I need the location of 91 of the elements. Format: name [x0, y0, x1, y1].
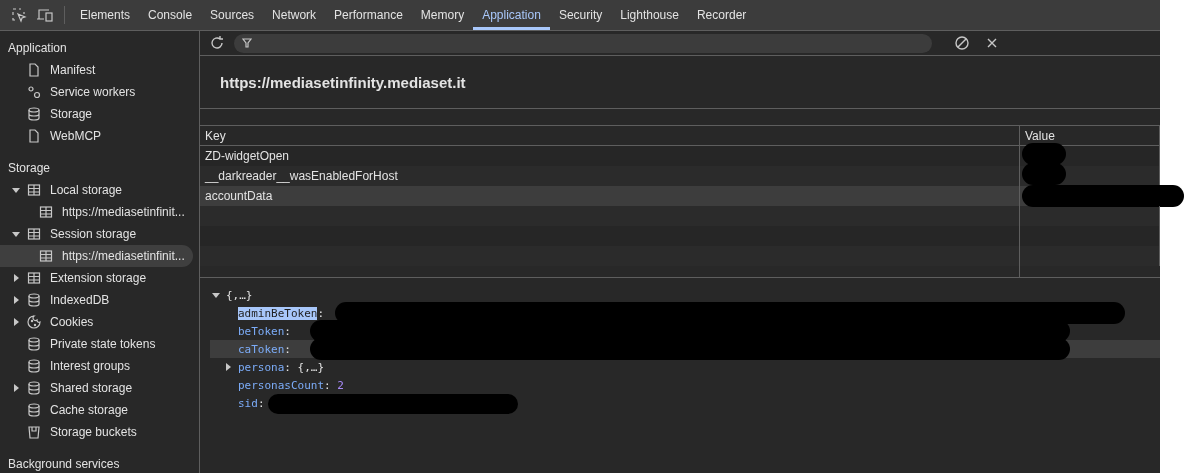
panel-tab[interactable]: Elements — [71, 0, 140, 30]
sidebar-item[interactable]: Storage buckets — [0, 421, 193, 443]
object-summary: {,…} — [226, 288, 253, 302]
colon: : — [257, 396, 265, 410]
property-row[interactable]: persona: {,…} — [210, 358, 1160, 376]
property-key: adminBeToken — [238, 306, 318, 320]
database-icon — [26, 380, 42, 396]
property-key: persona — [238, 360, 285, 374]
property-key: sid — [238, 396, 258, 410]
panel-tab[interactable]: Performance — [325, 0, 412, 30]
property-row[interactable]: sid: — [210, 394, 1160, 412]
sidebar-item-label: Extension storage — [50, 271, 147, 285]
sidebar-item-label: IndexedDB — [50, 293, 110, 307]
collapsed-arrow-icon[interactable] — [12, 274, 20, 282]
sidebar-item[interactable]: Storage — [0, 103, 193, 125]
filter-icon — [242, 38, 252, 48]
collapsed-arrow-icon[interactable] — [224, 363, 232, 371]
database-icon — [26, 358, 42, 374]
sidebar-section-title: Application — [7, 40, 68, 57]
collapsed-arrow-icon[interactable] — [12, 318, 20, 326]
sidebar-item[interactable]: Extension storage — [0, 267, 193, 289]
sidebar-item[interactable]: https://mediasetinfinit... — [0, 201, 193, 223]
sidebar-item-label: Session storage — [50, 227, 137, 241]
sidebar-item[interactable]: Service workers — [0, 81, 193, 103]
sidebar-item-label: Shared storage — [50, 381, 133, 395]
panel-tab[interactable]: Recorder — [687, 0, 756, 30]
sidebar-section-title: Background services — [7, 456, 121, 473]
table-icon — [26, 182, 42, 198]
panel-tab[interactable]: Application — [473, 0, 550, 30]
panel-tab[interactable]: Console — [139, 0, 202, 30]
sidebar-item-label: Manifest — [50, 63, 96, 77]
sidebar-item-label: Local storage — [50, 183, 123, 197]
database-icon — [26, 402, 42, 418]
property-row[interactable]: caToken: — [210, 340, 1160, 358]
expanded-arrow-icon[interactable] — [212, 291, 220, 299]
cookie-icon — [26, 314, 42, 330]
table-icon — [26, 226, 42, 242]
sidebar-item-label: Interest groups — [50, 359, 131, 373]
property-row[interactable]: personasCount: 2 — [210, 376, 1160, 394]
table-icon — [38, 204, 54, 220]
property-key: beToken — [238, 324, 285, 338]
database-icon — [26, 292, 42, 308]
sidebar-item[interactable]: Local storage — [0, 179, 193, 201]
panel-tab[interactable]: Memory — [411, 0, 474, 30]
sidebar-item[interactable]: Session storage — [0, 223, 193, 245]
sidebar-item[interactable]: Cookies — [0, 311, 193, 333]
document-icon — [26, 62, 42, 78]
bucket-icon — [26, 424, 42, 440]
colon: : — [317, 306, 325, 320]
sidebar-item-label: Cookies — [50, 315, 94, 329]
sidebar-item-label: WebMCP — [50, 129, 102, 143]
panel-tab[interactable]: Security — [549, 0, 612, 30]
colon: : — [324, 378, 331, 392]
sidebar-item[interactable]: IndexedDB — [0, 289, 193, 311]
sidebar-item-label: Service workers — [50, 85, 136, 99]
origin-title: https://mediasetinfinity.mediaset.it — [220, 73, 466, 91]
sidebar-item-label: https://mediasetinfinit... — [62, 205, 185, 219]
gears-icon — [26, 84, 42, 100]
sidebar-item-label: Storage buckets — [50, 425, 137, 439]
panel-tab[interactable]: Lighthouse — [611, 0, 688, 30]
colon: : — [284, 324, 291, 338]
expanded-arrow-icon[interactable] — [12, 186, 20, 194]
sidebar-item[interactable]: Interest groups — [0, 355, 193, 377]
sidebar-item[interactable]: WebMCP — [0, 125, 193, 147]
database-icon — [26, 106, 42, 122]
property-value: {,…} — [297, 360, 325, 374]
document-icon — [26, 128, 42, 144]
colon: : — [284, 360, 291, 374]
collapsed-arrow-icon[interactable] — [12, 296, 20, 304]
sidebar-item-label: Private state tokens — [50, 337, 156, 351]
sidebar-section-title: Storage — [7, 160, 52, 177]
database-icon — [26, 336, 42, 352]
sidebar-item[interactable]: Shared storage — [0, 377, 193, 399]
sidebar-item-label: Storage — [50, 107, 93, 121]
sidebar-item[interactable]: https://mediasetinfinit... — [0, 245, 193, 267]
panel-tab[interactable]: Sources — [201, 0, 264, 30]
table-icon — [26, 270, 42, 286]
property-value: 2 — [337, 378, 344, 392]
sidebar-item-label: Cache storage — [50, 403, 129, 417]
sidebar-item[interactable]: Cache storage — [0, 399, 193, 421]
property-key: caToken — [238, 342, 285, 356]
sidebar-item[interactable]: Private state tokens — [0, 333, 193, 355]
table-icon — [38, 248, 54, 264]
colon: : — [284, 342, 291, 356]
sidebar-item-label: https://mediasetinfinit... — [62, 249, 185, 263]
collapsed-arrow-icon[interactable] — [12, 384, 20, 392]
sidebar-item[interactable]: Manifest — [0, 59, 193, 81]
expanded-arrow-icon[interactable] — [12, 230, 20, 238]
filter-field[interactable] — [234, 33, 932, 53]
property-key: personasCount — [238, 378, 325, 392]
panel-tab[interactable]: Network — [263, 0, 326, 30]
